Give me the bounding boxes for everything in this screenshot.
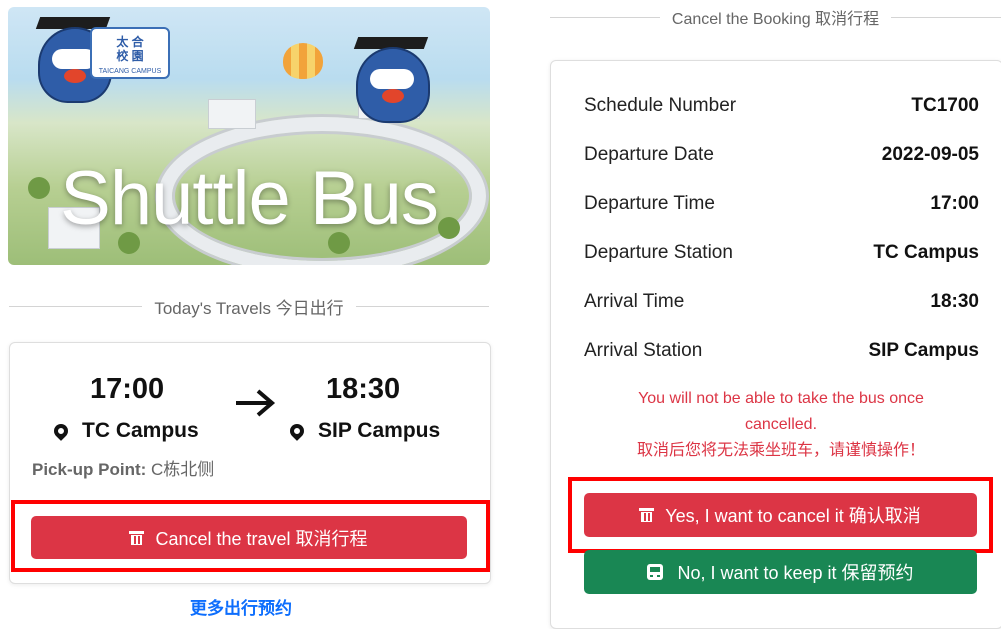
cancel-warning: You will not be able to take the bus onc…	[581, 386, 981, 464]
detail-value: 18:30	[930, 291, 979, 312]
divider-line	[550, 16, 660, 18]
trash-icon	[129, 530, 145, 545]
confirm-cancel-label: Yes, I want to cancel it 确认取消	[665, 506, 921, 526]
arrival-time: 18:30	[326, 373, 401, 405]
more-bookings-link[interactable]: 更多出行预约	[190, 594, 292, 619]
banner-title: Shuttle Bus	[60, 156, 439, 241]
arrival-station: SIP Campus	[287, 419, 441, 443]
keep-booking-button[interactable]: No, I want to keep it 保留预约	[584, 550, 977, 594]
map-pin-icon	[51, 421, 71, 441]
cancel-warning-en-line2: cancelled.	[744, 416, 818, 433]
cancel-booking-divider: Cancel the Booking 取消行程	[550, 5, 1001, 29]
campus-sign-subtitle: TAICANG CAMPUS	[98, 68, 162, 75]
departure-station-label: TC Campus	[82, 419, 199, 442]
detail-label: Departure Station	[584, 242, 733, 263]
detail-label: Departure Date	[584, 144, 714, 165]
building-illustration	[208, 99, 256, 129]
campus-sign-line: 太 合	[116, 35, 144, 49]
hot-air-balloon-illustration	[283, 43, 323, 79]
confirm-cancel-button[interactable]: Yes, I want to cancel it 确认取消	[584, 493, 977, 537]
detail-row-schedule-number: Schedule Number TC1700	[584, 95, 979, 117]
detail-value: 2022-09-05	[881, 144, 979, 165]
cancel-travel-button[interactable]: Cancel the travel 取消行程	[31, 516, 467, 559]
cancel-travel-label: Cancel the travel 取消行程	[155, 528, 368, 549]
arrow-right-icon	[236, 389, 276, 417]
detail-row-departure-date: Departure Date 2022-09-05	[584, 144, 979, 166]
map-pin-icon	[287, 421, 307, 441]
detail-value: 17:00	[930, 193, 979, 214]
trash-icon	[639, 508, 655, 522]
divider-line	[355, 306, 490, 307]
detail-row-arrival-station: Arrival Station SIP Campus	[584, 340, 979, 362]
detail-value: SIP Campus	[868, 340, 979, 361]
departure-station: TC Campus	[51, 419, 199, 443]
detail-label: Schedule Number	[584, 95, 737, 116]
cancel-booking-heading: Cancel the Booking 取消行程	[671, 11, 880, 28]
mascot-illustration	[356, 47, 430, 123]
detail-value: TC1700	[911, 95, 979, 116]
campus-sign-line: 校 園	[116, 49, 144, 63]
bus-icon	[647, 564, 664, 580]
detail-label: Arrival Station	[584, 340, 703, 361]
detail-row-departure-time: Departure Time 17:00	[584, 193, 979, 215]
pickup-point-label: Pick-up Point:	[32, 460, 147, 479]
cancel-warning-en-line1: You will not be able to take the bus onc…	[638, 390, 924, 407]
divider-line	[891, 16, 1001, 18]
departure-time: 17:00	[90, 373, 165, 405]
keep-booking-label: No, I want to keep it 保留预约	[677, 563, 914, 583]
arrival-station-label: SIP Campus	[318, 419, 441, 442]
cancel-warning-zh: 取消后您将无法乘坐班车，请谨慎操作！	[636, 442, 925, 459]
detail-value: TC Campus	[873, 242, 979, 263]
pickup-point-value: C栋北侧	[151, 460, 215, 479]
todays-travels-heading: Today's Travels 今日出行	[154, 299, 344, 318]
divider-line	[9, 306, 143, 307]
todays-travels-divider: Today's Travels 今日出行	[9, 294, 490, 319]
detail-label: Departure Time	[584, 193, 715, 214]
detail-row-arrival-time: Arrival Time 18:30	[584, 291, 979, 313]
shuttle-bus-banner: 太 合 校 園 TAICANG CAMPUS Shuttle Bus	[8, 7, 490, 265]
detail-row-departure-station: Departure Station TC Campus	[584, 242, 979, 264]
campus-sign: 太 合 校 園 TAICANG CAMPUS	[90, 27, 170, 79]
pickup-point: Pick-up Point: C栋北侧	[32, 455, 214, 480]
detail-label: Arrival Time	[584, 291, 685, 312]
